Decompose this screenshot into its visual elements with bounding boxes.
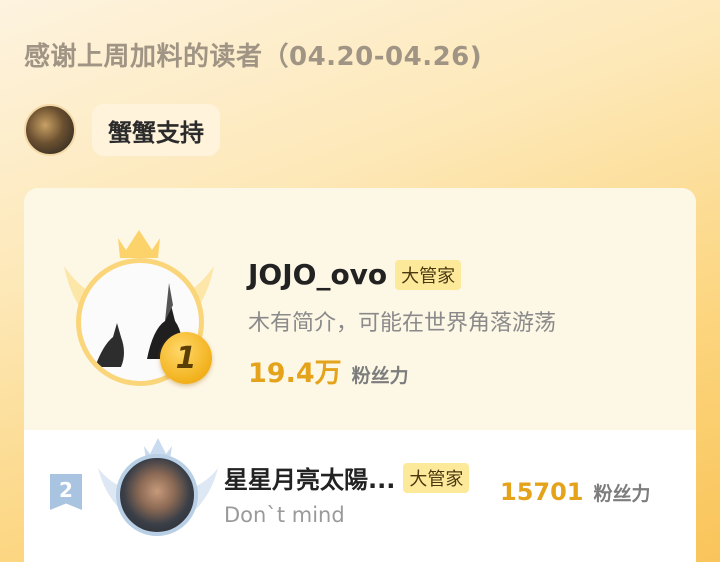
ranking-card: 1 JOJO_ovo 大管家 木有简介，可能在世界角落游荡 19.4万 粉丝力 … bbox=[24, 188, 696, 562]
fans-label: 粉丝力 bbox=[593, 483, 651, 505]
supporter-row: 蟹蟹支持 bbox=[24, 104, 220, 156]
page: { "header": { "title": "感谢上周加料的读者（04.20-… bbox=[0, 0, 720, 562]
fans-label: 粉丝力 bbox=[351, 365, 409, 387]
user-badge: 大管家 bbox=[395, 259, 462, 290]
supporter-thanks-bubble: 蟹蟹支持 bbox=[92, 104, 220, 156]
fans-count: 15701 bbox=[500, 478, 584, 506]
user-description: 木有简介，可能在世界角落游荡 bbox=[248, 311, 557, 336]
avatar[interactable] bbox=[116, 454, 198, 536]
supporter-avatar[interactable] bbox=[24, 104, 76, 156]
fans-stats: 15701 粉丝力 bbox=[500, 478, 651, 506]
user-info: 星星月亮太陽... 大管家 Don`t mind bbox=[224, 460, 470, 527]
name-line: JOJO_ovo 大管家 bbox=[248, 258, 556, 291]
user-description: Don`t mind bbox=[224, 503, 345, 527]
user-name[interactable]: JOJO_ovo bbox=[248, 258, 387, 291]
rank-badge: 1 bbox=[160, 332, 212, 384]
fans-count: 19.4万 bbox=[248, 358, 342, 389]
fans-stats: 19.4万 粉丝力 bbox=[248, 351, 556, 390]
user-info: JOJO_ovo 大管家 木有简介，可能在世界角落游荡 19.4万 粉丝力 bbox=[248, 258, 556, 390]
ranking-item-second[interactable]: 2 星星月亮太陽... 大管家 Don`t mind 15701 粉丝力 bbox=[24, 430, 696, 562]
user-badge: 大管家 bbox=[403, 462, 470, 493]
name-line: 星星月亮太陽... 大管家 bbox=[224, 460, 470, 495]
user-name[interactable]: 星星月亮太陽... bbox=[224, 460, 395, 495]
page-title: 感谢上周加料的读者（04.20-04.26) bbox=[24, 42, 483, 72]
rank-flag-icon: 2 bbox=[50, 474, 82, 510]
ranking-item-first[interactable]: 1 JOJO_ovo 大管家 木有简介，可能在世界角落游荡 19.4万 粉丝力 bbox=[24, 188, 696, 430]
